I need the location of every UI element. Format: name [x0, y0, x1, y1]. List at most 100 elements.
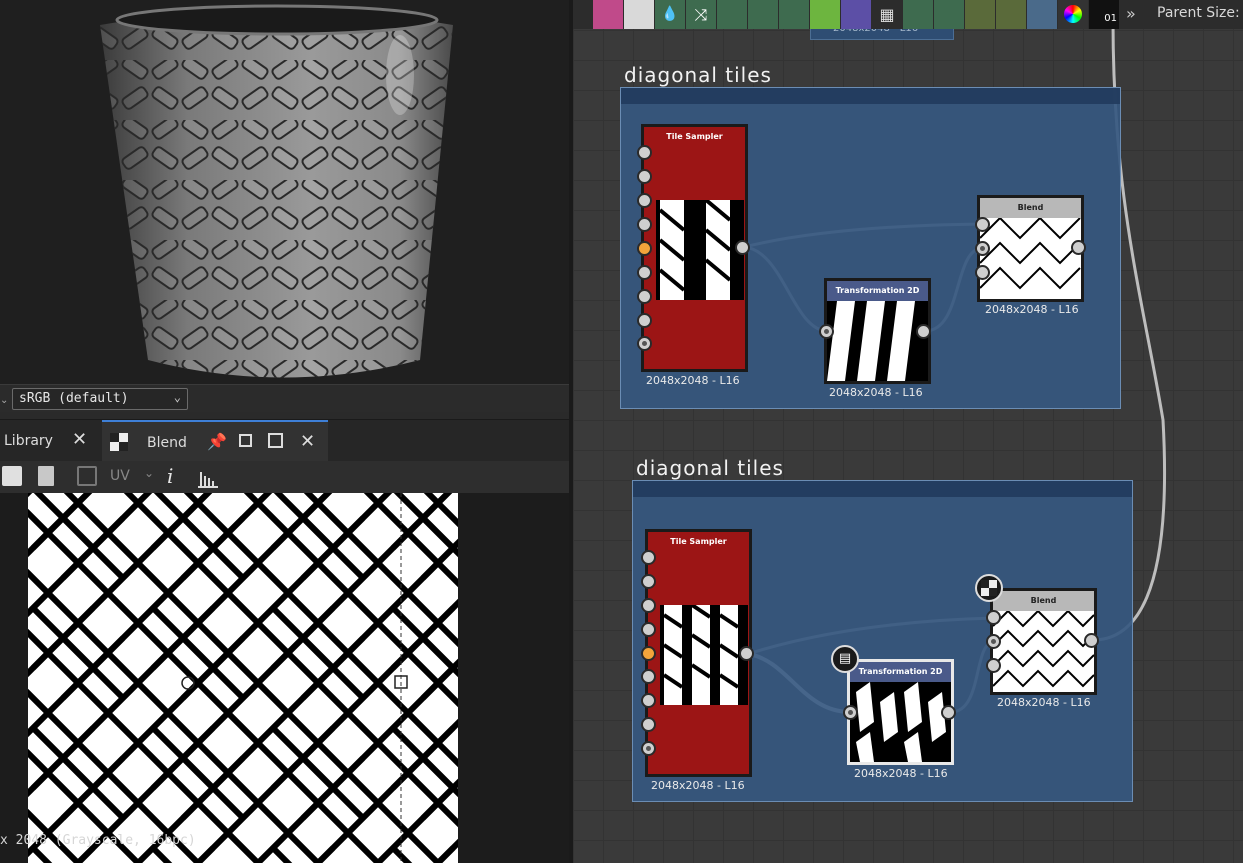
- colorspace-bar: ⌄ sRGB (default) ⌄: [0, 384, 569, 412]
- hsl-icon[interactable]: [748, 0, 778, 29]
- node-thumbnail: [993, 611, 1094, 692]
- tile-sampler-node[interactable]: Tile Sampler: [645, 529, 752, 777]
- blend-node[interactable]: Blend: [977, 195, 1084, 302]
- input-port[interactable]: [986, 610, 1001, 625]
- input-port[interactable]: [641, 598, 656, 613]
- warp-icon[interactable]: [779, 0, 809, 29]
- colorspace-select[interactable]: sRGB (default) ⌄: [12, 388, 188, 410]
- output-icon[interactable]: [903, 0, 933, 29]
- node-resolution: 2048x2048 - L16: [985, 303, 1079, 316]
- input-port[interactable]: [637, 193, 652, 208]
- histogram-icon[interactable]: [197, 466, 219, 488]
- graph-editor[interactable]: 2048x2048 - L16 💧 ⤨ ▦: [573, 0, 1243, 863]
- info-icon[interactable]: i: [167, 464, 173, 488]
- blend-node-icon[interactable]: [965, 0, 995, 29]
- input-port[interactable]: [641, 717, 656, 732]
- float-window-icon[interactable]: [239, 434, 252, 447]
- input-port[interactable]: [986, 634, 1001, 649]
- save-icon[interactable]: [2, 466, 22, 486]
- uniform-color-icon[interactable]: [624, 0, 654, 29]
- node-title: Blend: [993, 591, 1094, 611]
- copy-icon[interactable]: [38, 466, 54, 486]
- panel-handle-icon[interactable]: ⌄: [0, 395, 8, 406]
- tile-generator-icon[interactable]: ▦: [872, 0, 902, 29]
- input-port[interactable]: [641, 622, 656, 637]
- image-input-icon[interactable]: [593, 0, 623, 29]
- input-port-active[interactable]: [637, 241, 652, 256]
- output-port[interactable]: [916, 324, 931, 339]
- input-port[interactable]: [637, 336, 652, 351]
- invert-icon[interactable]: [996, 0, 1026, 29]
- input-port[interactable]: [975, 241, 990, 256]
- frame-header: [621, 88, 1120, 104]
- output-port[interactable]: [739, 646, 754, 661]
- node-title: Transformation 2D: [827, 281, 928, 301]
- input-port[interactable]: [975, 217, 990, 232]
- uv-dropdown[interactable]: UV: [110, 468, 130, 490]
- blur-icon[interactable]: [934, 0, 964, 29]
- node-resolution: 2048x2048 - L16: [854, 767, 948, 780]
- input-port[interactable]: [641, 574, 656, 589]
- tab-blend-label: Blend: [147, 435, 187, 451]
- output-port[interactable]: [735, 240, 750, 255]
- gradient-map-icon[interactable]: [810, 0, 840, 29]
- input-port[interactable]: [975, 265, 990, 280]
- 3d-viewport[interactable]: [0, 0, 569, 384]
- node-resolution: 2048x2048 - L16: [829, 386, 923, 399]
- maximize-icon[interactable]: [268, 433, 283, 448]
- shuffle-icon[interactable]: ⤨: [686, 0, 716, 29]
- input-port[interactable]: [641, 550, 656, 565]
- transformation-2d-node[interactable]: Transformation 2D: [824, 278, 931, 384]
- chevron-down-icon[interactable]: ⌄: [144, 466, 154, 488]
- close-icon[interactable]: ✕: [300, 431, 315, 452]
- node-title: Tile Sampler: [670, 537, 727, 546]
- checker-icon: [110, 433, 128, 451]
- input-port[interactable]: [637, 265, 652, 280]
- herringbone-pattern: [28, 493, 458, 863]
- levels-icon[interactable]: 💧: [655, 0, 685, 29]
- tab-library[interactable]: Library ✕: [0, 420, 100, 462]
- transformation-2d-node-selected[interactable]: Transformation 2D: [847, 659, 954, 765]
- input-port[interactable]: [637, 313, 652, 328]
- output-port[interactable]: [1071, 240, 1086, 255]
- node-resolution: 2048x2048 - L16: [651, 779, 745, 792]
- pin-icon[interactable]: 📌: [207, 432, 227, 451]
- output-port[interactable]: [1084, 633, 1099, 648]
- histogram-scan-icon[interactable]: [1027, 0, 1057, 29]
- noise-icon[interactable]: 01: [1089, 0, 1119, 29]
- close-icon[interactable]: ✕: [72, 429, 87, 450]
- blend-texture-preview: [28, 493, 458, 863]
- tile-sampler-node[interactable]: Tile Sampler: [641, 124, 748, 372]
- input-port-active[interactable]: [641, 646, 656, 661]
- panel-tab-bar: Library ✕ Blend 📌 ✕: [0, 419, 569, 462]
- 2d-view-toolbar: UV ⌄ i: [0, 461, 569, 493]
- curve-icon[interactable]: [717, 0, 747, 29]
- blend-node[interactable]: Blend: [990, 588, 1097, 695]
- input-port[interactable]: [986, 658, 1001, 673]
- texture-status: x 2048 (Grayscale, 16bpc): [0, 833, 196, 848]
- input-port[interactable]: [637, 169, 652, 184]
- color-wheel-icon[interactable]: [1058, 0, 1088, 29]
- input-port[interactable]: [637, 145, 652, 160]
- node-resolution: 2048x2048 - L16: [997, 696, 1091, 709]
- output-port[interactable]: [941, 705, 956, 720]
- input-port[interactable]: [819, 324, 834, 339]
- input-port[interactable]: [637, 217, 652, 232]
- input-port[interactable]: [843, 705, 858, 720]
- more-tools-icon[interactable]: »: [1126, 4, 1136, 23]
- shape-icon[interactable]: [841, 0, 871, 29]
- node-thumbnail: [656, 200, 744, 300]
- input-port[interactable]: [637, 289, 652, 304]
- tab-blend[interactable]: Blend 📌 ✕: [102, 420, 328, 462]
- 3d-cup-model: [100, 4, 453, 378]
- parent-size-label: Parent Size:: [1157, 5, 1240, 21]
- 2d-viewport[interactable]: x 2048 (Grayscale, 16bpc): [0, 493, 569, 863]
- node-thumbnail: [660, 605, 748, 705]
- node-title: Blend: [980, 198, 1081, 218]
- node-title: Transformation 2D: [850, 662, 951, 682]
- frame-title: diagonal tiles: [636, 456, 784, 480]
- input-port[interactable]: [641, 741, 656, 756]
- refresh-view-icon[interactable]: [77, 466, 97, 486]
- input-port[interactable]: [641, 693, 656, 708]
- input-port[interactable]: [641, 669, 656, 684]
